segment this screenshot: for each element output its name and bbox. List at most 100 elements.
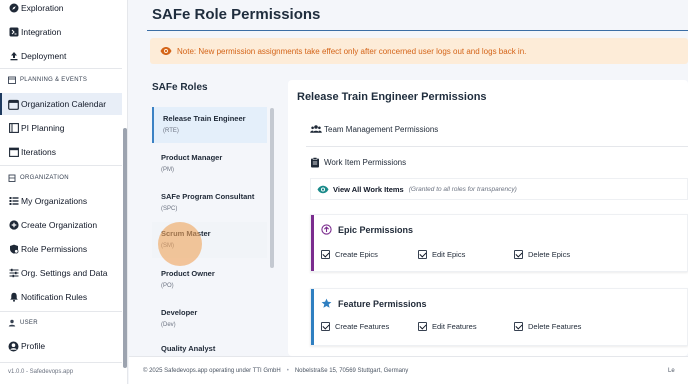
checkbox-checked: [514, 250, 523, 259]
sidebar-item-label: My Organizations: [21, 196, 88, 206]
team-management-row[interactable]: Team Management Permissions: [310, 123, 438, 135]
divider: [0, 165, 122, 166]
user-small-icon: [8, 319, 16, 327]
delete-epics-checkbox[interactable]: Delete Epics: [514, 250, 570, 259]
role-name: SAFe Program Consultant: [161, 192, 255, 201]
sidebar-item-exploration[interactable]: Exploration: [0, 0, 122, 19]
pi-planning-icon: [8, 123, 19, 134]
edit-features-checkbox[interactable]: Edit Features: [418, 322, 477, 331]
sidebar-item-role-permissions[interactable]: Role Permissions: [0, 238, 122, 260]
role-name: Release Train Engineer: [163, 114, 246, 123]
version-label: v1.0.0 - Safedevops.app: [8, 369, 74, 375]
footer-link[interactable]: Le: [668, 368, 675, 374]
work-item-label: Work Item Permissions: [324, 157, 407, 167]
users-icon: [310, 123, 322, 135]
plus-circle-icon: [8, 220, 19, 231]
clipboard-icon: [310, 156, 322, 168]
upload-icon: [8, 51, 19, 62]
role-item-spc[interactable]: SAFe Program Consultant (SPC): [152, 185, 267, 221]
roles-list: Release Train Engineer (RTE) Product Man…: [150, 104, 270, 356]
note-text: Note: New permission assignments take ef…: [177, 46, 527, 56]
role-abbr: (PM): [161, 167, 174, 173]
role-name: Product Manager: [161, 153, 223, 162]
sidebar-item-iterations[interactable]: Iterations: [0, 141, 122, 163]
sidebar-item-label: Deployment: [21, 51, 67, 61]
section-label-planning: PLANNING & EVENTS: [8, 76, 87, 84]
role-item-po[interactable]: Product Owner (PO): [152, 262, 267, 298]
epic-permissions-card: Epic Permissions Create Epics Edit Epics…: [310, 214, 688, 272]
role-abbr: (SM): [161, 243, 174, 249]
arrow-up-circle-icon: [321, 224, 333, 236]
role-abbr: (Dev): [161, 322, 176, 328]
sidebar-item-create-organization[interactable]: Create Organization: [0, 214, 122, 236]
epic-accent-bar: [311, 215, 314, 271]
role-item-dev[interactable]: Developer (Dev): [152, 301, 267, 337]
building-icon: [8, 174, 16, 182]
compass-icon: [8, 3, 19, 14]
sidebar-item-pi-planning[interactable]: PI Planning: [0, 117, 122, 139]
role-item-sm[interactable]: Scrum Master (SM): [152, 222, 267, 258]
feature-accent-bar: [311, 289, 314, 345]
role-item-pm[interactable]: Product Manager (PM): [152, 146, 267, 182]
feature-permissions-card: Feature Permissions Create Features Edit…: [310, 288, 688, 346]
divider: [0, 362, 122, 363]
title-divider: [147, 30, 688, 31]
roles-scrollbar[interactable]: [270, 108, 274, 268]
checkbox-checked: [418, 250, 427, 259]
footer: © 2025 Safedevops.app operating under TT…: [129, 356, 688, 384]
eye-icon: [160, 45, 172, 57]
sidebar-item-org-settings[interactable]: Org. Settings and Data: [0, 262, 122, 284]
feature-permissions-title: Feature Permissions: [321, 298, 427, 310]
sidebar-scrollbar[interactable]: [123, 128, 127, 368]
calendar-icon: [8, 99, 19, 110]
sliders-icon: [8, 268, 19, 279]
sidebar-item-label: Organization Calendar: [21, 99, 107, 109]
checkbox-checked: [321, 250, 330, 259]
work-item-row: Work Item Permissions: [310, 156, 406, 168]
delete-features-checkbox[interactable]: Delete Features: [514, 322, 581, 331]
section-label-organization: ORGANIZATION: [8, 174, 69, 182]
sidebar-item-notification-rules[interactable]: Notification Rules: [0, 286, 122, 308]
divider: [306, 146, 688, 147]
role-item-rte[interactable]: Release Train Engineer (RTE): [152, 107, 267, 143]
sidebar-item-label: Exploration: [21, 3, 64, 13]
view-all-note: (Granted to all roles for transparency): [408, 185, 517, 193]
role-abbr: (RTE): [163, 128, 179, 134]
eye-icon: [317, 185, 329, 194]
sidebar-item-label: Profile: [21, 341, 46, 351]
checkbox-checked: [418, 322, 427, 331]
sidebar-item-deployment[interactable]: Deployment: [0, 45, 122, 67]
page-title: SAFe Role Permissions: [152, 6, 321, 23]
section-label-user: USER: [8, 319, 38, 327]
sidebar-item-label: Org. Settings and Data: [21, 268, 108, 278]
permissions-panel: Release Train Engineer Permissions Team …: [288, 80, 688, 356]
bell-icon: [8, 292, 19, 303]
sidebar-item-my-organizations[interactable]: My Organizations: [0, 190, 122, 212]
sidebar-item-profile[interactable]: Profile: [0, 335, 122, 357]
divider: [0, 311, 122, 312]
sidebar-item-organization-calendar[interactable]: Organization Calendar: [0, 93, 122, 115]
role-item-qa[interactable]: Quality Analyst: [152, 337, 267, 356]
calendar-small-icon: [8, 76, 16, 84]
sidebar-item-label: Iterations: [21, 147, 56, 157]
sidebar-item-integration[interactable]: Integration: [0, 21, 122, 43]
edit-epics-checkbox[interactable]: Edit Epics: [418, 250, 465, 259]
person-circle-icon: [8, 341, 19, 352]
role-name: Product Owner: [161, 269, 215, 278]
role-abbr: (PO): [161, 283, 174, 289]
footer-copyright: © 2025 Safedevops.app operating under TT…: [143, 367, 281, 374]
sidebar-item-label: Create Organization: [21, 220, 98, 230]
footer-separator: •: [286, 367, 289, 374]
role-abbr: (SPC): [161, 206, 178, 212]
checkbox-checked: [514, 322, 523, 331]
footer-address: Nobelstraße 15, 70569 Stuttgart, Germany: [294, 367, 409, 374]
role-name: Developer: [161, 308, 198, 317]
create-features-checkbox[interactable]: Create Features: [321, 322, 389, 331]
epic-permissions-title: Epic Permissions: [321, 224, 413, 236]
create-epics-checkbox[interactable]: Create Epics: [321, 250, 378, 259]
role-name: Scrum Master: [161, 229, 211, 238]
divider: [0, 68, 122, 69]
role-name: Quality Analyst: [161, 344, 216, 353]
info-note: Note: New permission assignments take ef…: [150, 38, 688, 64]
sidebar: Exploration Integration Deployment PLANN…: [0, 0, 128, 384]
